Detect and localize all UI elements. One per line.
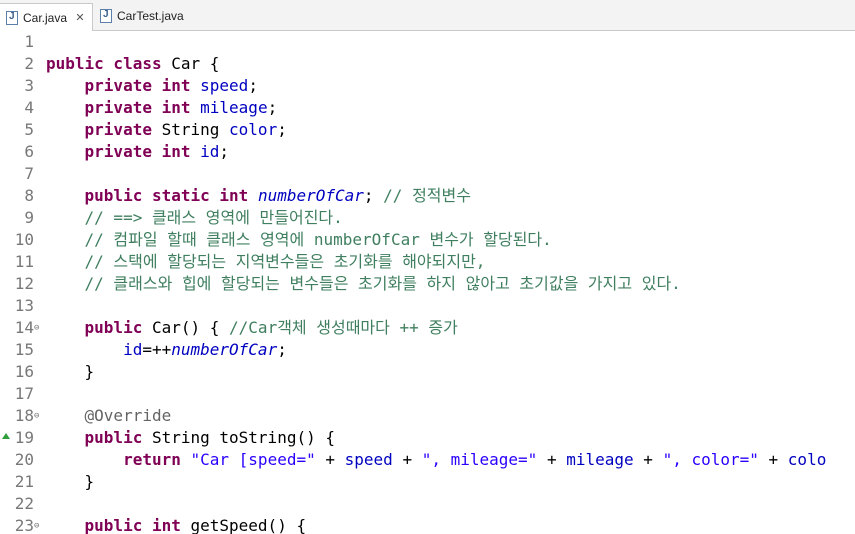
code-line[interactable]: 1 — [0, 31, 855, 53]
tab-label: Car.java — [23, 10, 68, 25]
line-number: 9 — [24, 208, 34, 227]
code-line[interactable]: 13 — [0, 295, 855, 317]
code-line[interactable]: 19 public String toString() { — [0, 427, 855, 449]
code-text: @Override — [84, 406, 172, 425]
line-number: 5 — [24, 120, 34, 139]
code-line[interactable]: 6 private int id; — [0, 141, 855, 163]
tab-car-java[interactable]: Car.java ✕ — [0, 3, 93, 31]
code-line[interactable]: 16 } — [0, 361, 855, 383]
line-number: 12 — [14, 274, 34, 293]
line-number: 2 — [24, 54, 34, 73]
line-number: 23 — [14, 516, 34, 534]
code-line[interactable]: 10 // 컴파일 할때 클래스 영역에 numberOfCar 변수가 할당된… — [0, 229, 855, 251]
tab-label: CarTest.java — [117, 9, 184, 23]
line-number: 22 — [14, 494, 34, 513]
code-line[interactable]: 7 — [0, 163, 855, 185]
line-number: 19 — [14, 428, 34, 447]
line-number: 14 — [14, 318, 34, 337]
code-text: public static int numberOfCar; // 정적변수 — [84, 186, 471, 205]
java-file-icon — [100, 9, 112, 23]
code-line[interactable]: 18 ⊖ @Override — [0, 405, 855, 427]
code-text: public String toString() { — [84, 428, 335, 447]
line-number: 4 — [24, 98, 34, 117]
fold-toggle-icon[interactable]: ⊖ — [34, 317, 39, 339]
line-number: 18 — [14, 406, 34, 425]
code-line[interactable]: 11 // 스택에 할당되는 지역변수들은 초기화를 해야되지만, — [0, 251, 855, 273]
code-line[interactable]: 14 ⊖ public Car() { //Car객체 생성때마다 ++ 증가 — [0, 317, 855, 339]
code-text: public int getSpeed() { — [84, 516, 307, 534]
editor-tab-bar: Car.java ✕ CarTest.java — [0, 0, 855, 31]
code-text: public Car() { //Car객체 생성때마다 ++ 증가 — [84, 318, 458, 337]
code-text: private int id; — [84, 142, 230, 161]
code-line[interactable]: 17 — [0, 383, 855, 405]
tab-cartest-java[interactable]: CarTest.java — [94, 3, 184, 29]
code-line[interactable]: 5 private String color; — [0, 119, 855, 141]
fold-toggle-icon[interactable]: ⊖ — [34, 515, 39, 534]
code-line[interactable]: 22 — [0, 493, 855, 515]
code-line[interactable]: 21 } — [0, 471, 855, 493]
code-line[interactable]: 20 return "Car [speed=" + speed + ", mil… — [0, 449, 855, 471]
line-number: 8 — [24, 186, 34, 205]
line-number: 15 — [14, 340, 34, 359]
code-line[interactable]: 15 id=++numberOfCar; — [0, 339, 855, 361]
line-number: 16 — [14, 362, 34, 381]
code-text: } — [46, 362, 95, 381]
line-number: 20 — [14, 450, 34, 469]
code-line[interactable]: 2 public class Car { — [0, 53, 855, 75]
code-line[interactable]: 8 public static int numberOfCar; // 정적변수 — [0, 185, 855, 207]
code-text: // 클래스와 힙에 할당되는 변수들은 초기화를 하지 않아고 초기값을 가지… — [84, 274, 681, 293]
code-text: // 스택에 할당되는 지역변수들은 초기화를 해야되지만, — [84, 252, 486, 271]
code-text: private String color; — [84, 120, 287, 139]
code-text: private int speed; — [84, 76, 258, 95]
code-editor[interactable]: 1 2 public class Car {3 private int speed;… — [0, 31, 855, 534]
code-line[interactable]: 12 // 클래스와 힙에 할당되는 변수들은 초기화를 하지 않아고 초기값을… — [0, 273, 855, 295]
line-number: 17 — [14, 384, 34, 403]
code-line[interactable]: 23 ⊖ public int getSpeed() { — [0, 515, 855, 534]
line-number: 3 — [24, 76, 34, 95]
code-line[interactable]: 9 // ==> 클래스 영역에 만들어진다. — [0, 207, 855, 229]
code-text: } — [46, 472, 95, 491]
code-text: id=++numberOfCar; — [123, 340, 287, 359]
line-number: 7 — [24, 164, 34, 183]
line-number: 11 — [14, 252, 34, 271]
code-text: return "Car [speed=" + speed + ", mileag… — [123, 450, 827, 469]
line-number: 6 — [24, 142, 34, 161]
line-number: 1 — [24, 32, 34, 51]
line-number: 10 — [14, 230, 34, 249]
fold-toggle-icon[interactable]: ⊖ — [34, 405, 39, 427]
line-number: 21 — [14, 472, 34, 491]
code-line[interactable]: 4 private int mileage; — [0, 97, 855, 119]
close-icon[interactable]: ✕ — [75, 11, 85, 24]
code-text: // 컴파일 할때 클래스 영역에 numberOfCar 변수가 할당된다. — [84, 230, 552, 249]
code-text: public class Car { — [46, 54, 220, 73]
code-line[interactable]: 3 private int speed; — [0, 75, 855, 97]
java-file-icon — [6, 10, 18, 25]
code-text: private int mileage; — [84, 98, 278, 117]
code-text: // ==> 클래스 영역에 만들어진다. — [84, 208, 343, 227]
line-number: 13 — [14, 296, 34, 315]
